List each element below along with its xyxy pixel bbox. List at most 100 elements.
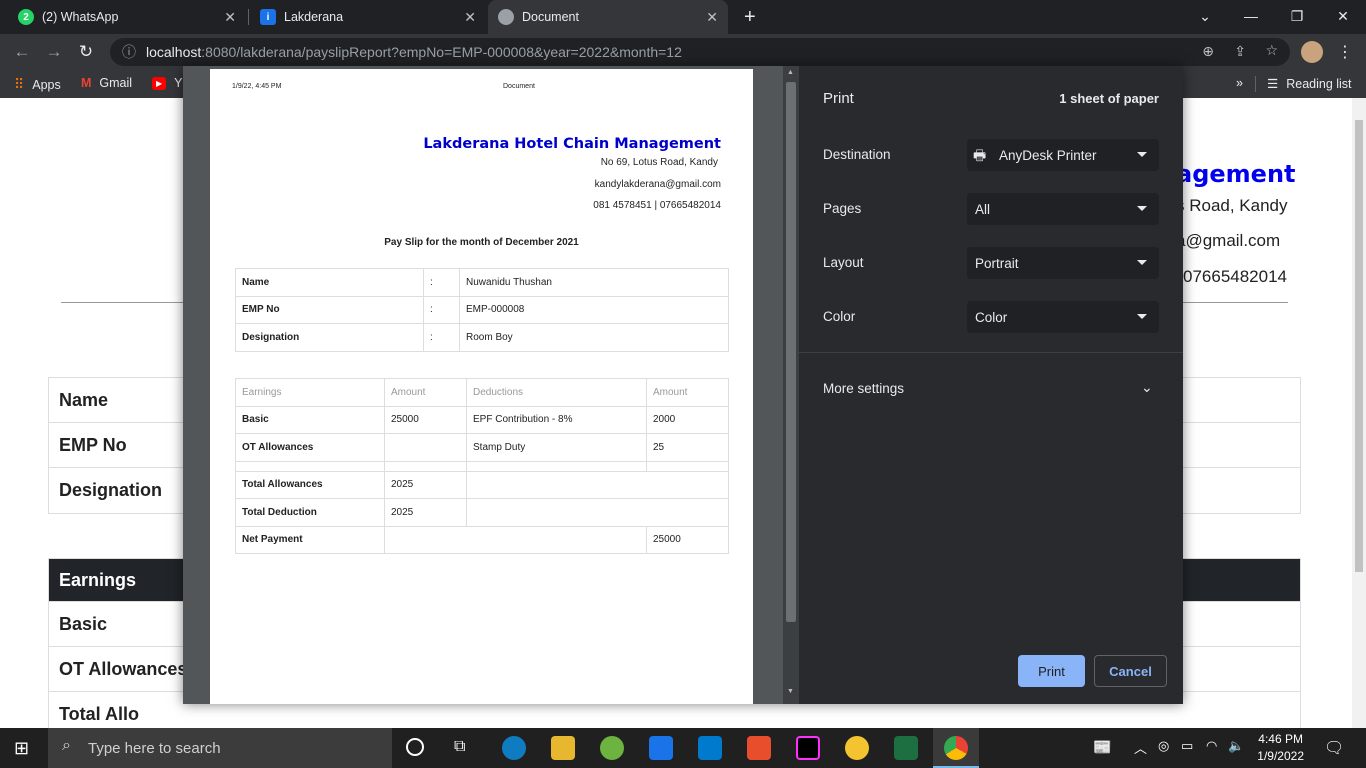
preview-scroll-thumb[interactable] [786,82,796,622]
news-icon[interactable]: 📰 [1093,738,1112,756]
destination-select[interactable]: 🖶 AnyDesk Printer [967,139,1159,171]
info-value: Room Boy [459,323,729,352]
git-icon[interactable] [747,736,771,760]
task-view-icon[interactable]: ⧉ [454,738,465,756]
table-row: Basic 25000 EPF Contribution - 8% 2000 [235,405,729,434]
empty-cell [466,470,729,499]
notification-icon[interactable]: 🗨 [1324,738,1344,758]
company-title: agement [1176,160,1296,188]
tab-title: (2) WhatsApp [42,10,119,24]
pages-label: Pages [823,201,862,216]
destination-label: Destination [823,147,891,162]
close-tab-icon[interactable]: ✕ [224,9,236,26]
taskbar-clock[interactable]: 4:46 PM 1/9/2022 [1257,731,1304,765]
windows-start-icon[interactable]: ⊞ [14,738,29,759]
print-settings-panel: Print 1 sheet of paper Destination 🖶 Any… [799,66,1183,704]
close-window-icon[interactable]: ✕ [1320,0,1366,32]
spring-icon[interactable] [600,736,624,760]
column-header: Deductions [466,378,647,407]
scroll-up-icon[interactable]: ▲ [787,69,794,76]
divider [799,352,1183,353]
back-icon[interactable]: ← [10,40,34,64]
printer-icon: 🖶 [973,147,987,163]
tab-separator [248,9,249,25]
page-scrollbar[interactable] [1352,98,1366,728]
deduction-amount-cell: 25 [646,433,729,462]
reload-icon[interactable]: ↻ [74,40,98,64]
scroll-down-icon[interactable]: ▼ [787,688,794,695]
volume-icon[interactable]: 🔈 [1228,738,1244,754]
close-tab-icon[interactable]: ✕ [706,9,718,26]
info-value: EMP-000008 [459,295,729,324]
empty-cell [466,498,729,527]
cortana-icon[interactable] [406,738,424,756]
amount-cell: 25000 [384,405,467,434]
print-button[interactable]: Print [1018,655,1085,687]
new-tab-button[interactable]: + [734,0,766,34]
chevron-down-icon[interactable]: ⌄ [1141,379,1153,396]
color-value: Color [975,309,1008,325]
tab-search-icon[interactable]: ⌄ [1182,0,1228,32]
tab-lakderana[interactable]: i Lakderana ✕ [250,0,486,34]
chevron-up-icon[interactable]: ︿ [1134,738,1147,757]
chrome-taskbar-item[interactable] [933,728,979,768]
more-settings-toggle[interactable]: More settings [823,381,904,396]
edge-icon[interactable] [502,736,526,760]
tab-whatsapp[interactable]: 2 (2) WhatsApp ✕ [8,0,246,34]
reading-list[interactable]: ☰ Reading list [1267,76,1352,92]
empty-cell [646,460,729,472]
tab-strip: 2 (2) WhatsApp ✕ i Lakderana ✕ Document … [0,0,1366,34]
share-icon[interactable]: ⇪ [1234,43,1246,60]
forward-icon[interactable]: → [42,40,66,64]
info-label: Name [235,268,424,297]
more-bookmarks[interactable]: » [1236,76,1243,90]
chevron-down-icon [1137,206,1147,211]
info-label: EMP No [235,295,424,324]
restore-icon[interactable]: ❐ [1274,0,1320,32]
total-allowances-label: Total Allowances [235,470,385,499]
preview-scrollbar[interactable]: ▲ ▼ [783,66,799,704]
table-row: Net Payment 25000 [235,525,729,554]
scroll-thumb[interactable] [1355,120,1363,572]
battery-icon[interactable]: ▭ [1181,738,1193,754]
clock-date: 1/9/2022 [1257,749,1304,763]
tab-document[interactable]: Document ✕ [488,0,728,34]
table-row [235,460,729,472]
layout-label: Layout [823,255,864,270]
wifi-icon[interactable]: ◠ [1206,738,1217,754]
zoom-icon[interactable]: ⊕ [1202,43,1214,60]
mail-icon[interactable] [649,736,673,760]
info-icon: i [260,9,276,25]
bookmark-gmail[interactable]: M Gmail [81,76,132,90]
pages-select[interactable]: All [967,193,1159,225]
file-explorer-icon[interactable] [551,736,575,760]
app-icon[interactable] [845,736,869,760]
cancel-button[interactable]: Cancel [1094,655,1167,687]
preview-caption: Pay Slip for the month of December 2021 [384,237,579,248]
table-row: Designation : Room Boy [235,323,729,352]
table-row: Total Deduction 2025 [235,498,729,527]
minimize-icon[interactable]: — [1228,0,1274,32]
menu-icon[interactable]: ⋮ [1337,42,1353,62]
bookmark-youtube[interactable]: ▶ Y [152,76,183,90]
bookmark-star-icon[interactable]: ☆ [1265,42,1278,59]
bookmark-label: Gmail [99,76,133,90]
meet-icon[interactable]: ◎ [1158,738,1169,754]
apps-grid-icon: ⠿ [14,76,25,92]
preview-pay-table: Earnings Amount Deductions Amount Basic … [235,378,729,554]
avatar[interactable] [1301,41,1323,63]
bookmark-apps[interactable]: ⠿ Apps [14,76,61,93]
color-select[interactable]: Color [967,301,1159,333]
site-info-icon[interactable]: ⓘ [122,42,136,62]
reading-list-icon: ☰ [1267,77,1279,91]
intellij-icon[interactable] [796,736,820,760]
address-bar[interactable]: ⓘ localhost:8080/lakderana/payslipReport… [110,38,1290,66]
amount-cell [384,433,467,462]
table-row: Total Allowances 2025 [235,470,729,499]
excel-icon[interactable] [894,736,918,760]
layout-select[interactable]: Portrait [967,247,1159,279]
preview-header-title: Document [503,83,535,90]
close-tab-icon[interactable]: ✕ [464,9,476,26]
vscode-icon[interactable] [698,736,722,760]
taskbar-search[interactable]: ⌕ Type here to search [48,728,392,768]
